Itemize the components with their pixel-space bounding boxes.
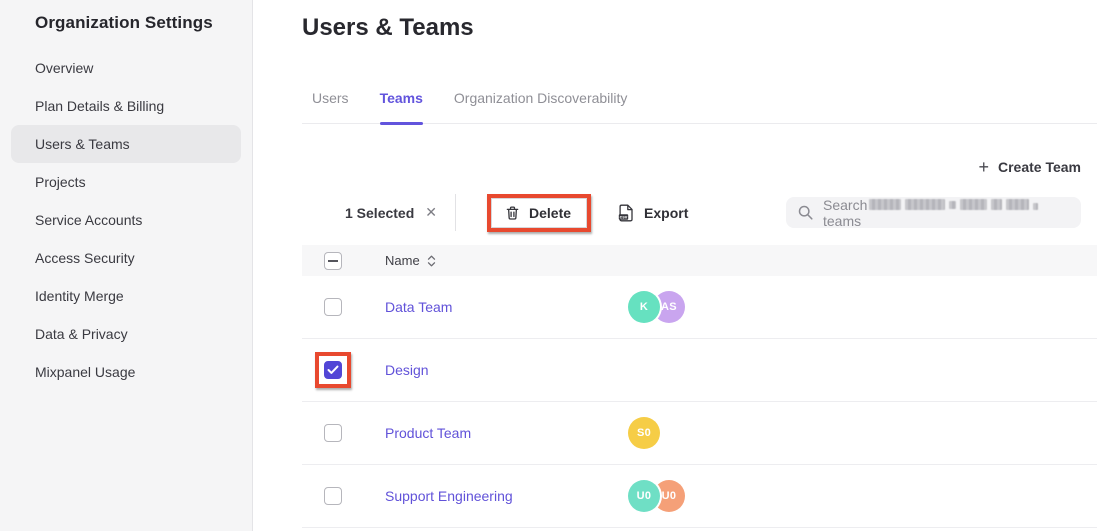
export-button[interactable]: csv Export (618, 204, 688, 222)
sidebar-item-projects[interactable]: Projects (11, 163, 241, 201)
row-checkbox-product-team[interactable] (324, 424, 342, 442)
delete-button[interactable]: Delete (491, 198, 587, 228)
sidebar-item-mixpanel-usage[interactable]: Mixpanel Usage (11, 353, 241, 391)
sidebar-item-overview[interactable]: Overview (11, 49, 241, 87)
avatar: S0 (628, 417, 660, 449)
trash-icon (505, 205, 520, 221)
checkmark-icon (327, 365, 339, 375)
svg-text:csv: csv (620, 214, 628, 219)
tab-users[interactable]: Users (312, 90, 349, 123)
main-content: Users & Teams Users Teams Organization D… (253, 0, 1108, 531)
team-link-product-team[interactable]: Product Team (385, 425, 471, 441)
team-link-design[interactable]: Design (385, 362, 429, 378)
create-team-button[interactable]: + Create Team (978, 158, 1081, 176)
plus-icon: + (978, 158, 989, 176)
team-link-support-engineering[interactable]: Support Engineering (385, 488, 513, 504)
selected-count-label: 1 Selected (345, 205, 414, 221)
search-placeholder: Searchteams (823, 197, 1069, 229)
page-title: Users & Teams (302, 14, 1097, 42)
table-row: Data Team K AS (302, 276, 1097, 339)
teams-table: Name Data Team K AS (302, 245, 1097, 528)
tab-organization-discoverability[interactable]: Organization Discoverability (454, 90, 628, 123)
sidebar: Organization Settings Overview Plan Deta… (0, 0, 253, 531)
sidebar-title: Organization Settings (0, 0, 252, 33)
table-row: Product Team S0 (302, 402, 1097, 465)
export-label: Export (644, 205, 688, 221)
toolbar-divider (455, 194, 456, 231)
row-checkbox-data-team[interactable] (324, 298, 342, 316)
sidebar-item-identity-merge[interactable]: Identity Merge (11, 277, 241, 315)
redacted-text (869, 199, 1038, 210)
sort-icon[interactable] (427, 255, 436, 267)
avatar: K (628, 291, 660, 323)
search-input[interactable]: Searchteams (786, 197, 1081, 228)
table-header-row: Name (302, 245, 1097, 276)
table-row: Support Engineering U0 U0 (302, 465, 1097, 528)
sidebar-item-plan-details-billing[interactable]: Plan Details & Billing (11, 87, 241, 125)
sidebar-nav: Overview Plan Details & Billing Users & … (0, 49, 252, 391)
avatar: U0 (628, 480, 660, 512)
clear-selection-icon[interactable]: ✕ (425, 204, 437, 221)
selection-indicator: 1 Selected ✕ (345, 204, 437, 221)
csv-file-icon: csv (618, 204, 635, 222)
select-all-checkbox[interactable] (324, 252, 342, 270)
name-column-header: Name (385, 253, 420, 268)
annotation-box-checkbox (315, 352, 351, 388)
create-team-label: Create Team (998, 159, 1081, 175)
sidebar-item-data-privacy[interactable]: Data & Privacy (11, 315, 241, 353)
sidebar-item-users-teams[interactable]: Users & Teams (11, 125, 241, 163)
row-checkbox-support-engineering[interactable] (324, 487, 342, 505)
bulk-actions-toolbar: 1 Selected ✕ Delete (302, 192, 1097, 233)
tab-bar: Users Teams Organization Discoverability (302, 90, 1097, 124)
sidebar-item-service-accounts[interactable]: Service Accounts (11, 201, 241, 239)
table-row: Design (302, 339, 1097, 402)
member-avatars: S0 (628, 417, 660, 449)
annotation-box-delete: Delete (487, 194, 591, 232)
team-link-data-team[interactable]: Data Team (385, 299, 452, 315)
tab-teams[interactable]: Teams (380, 90, 423, 123)
sidebar-item-access-security[interactable]: Access Security (11, 239, 241, 277)
search-icon (798, 205, 813, 220)
member-avatars: K AS (628, 291, 685, 323)
row-checkbox-design[interactable] (324, 361, 342, 379)
member-avatars: U0 U0 (628, 480, 685, 512)
create-team-row: + Create Team (302, 158, 1097, 176)
delete-label: Delete (529, 205, 571, 221)
